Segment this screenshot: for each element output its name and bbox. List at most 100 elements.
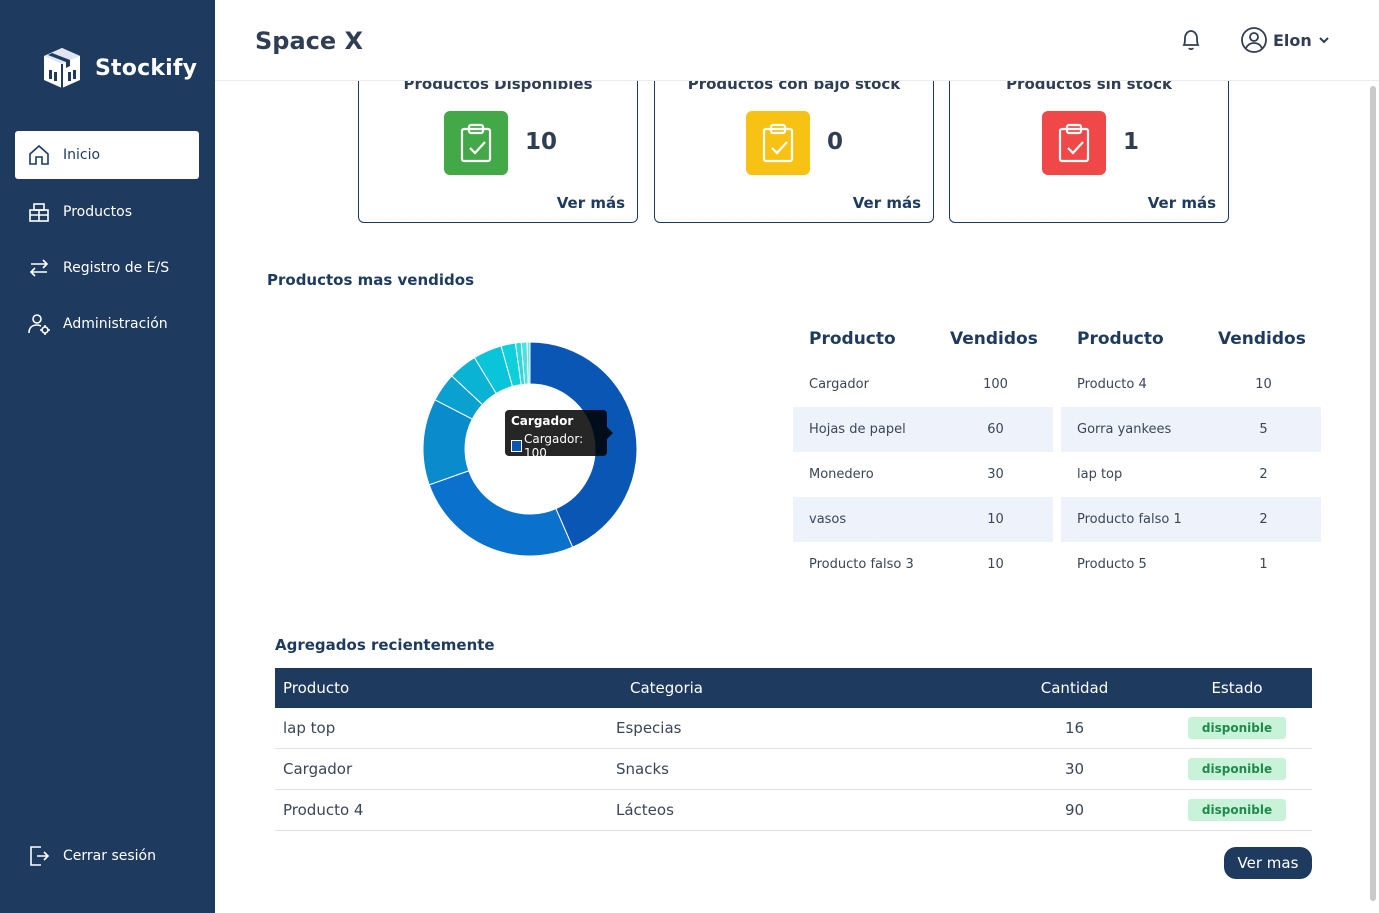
stat-card-bajo-stock: Productos con bajo stock 0 Ver más	[654, 60, 934, 223]
user-gear-icon	[27, 312, 51, 336]
cell-sold: 1	[1259, 557, 1268, 572]
cell-qty: 30	[1064, 760, 1085, 778]
bell-icon[interactable]	[1180, 28, 1202, 52]
table-row: Producto 4 Lácteos 90 disponible	[275, 790, 1312, 831]
cell-product: Producto falso 3	[809, 557, 914, 572]
ver-mas-button[interactable]: Ver mas	[1224, 847, 1312, 879]
sidebar-item-label: Productos	[63, 204, 133, 220]
brand-name: Stockify	[95, 55, 198, 81]
table-header: Producto Categoria Cantidad Estado	[275, 668, 1312, 708]
donut-slice[interactable]	[428, 470, 574, 557]
clipboard-check-icon	[1042, 111, 1106, 175]
sidebar-item-label: Inicio	[63, 147, 101, 163]
brand[interactable]: Stockify	[38, 44, 197, 92]
card-value: 1	[1123, 129, 1140, 155]
cell-sold: 60	[987, 422, 1004, 437]
table-row: lap top 2	[1061, 452, 1321, 497]
ver-mas-link[interactable]: Ver más	[557, 194, 625, 212]
tooltip-swatch	[511, 440, 522, 452]
tooltip-label: Cargador: 100	[523, 432, 584, 460]
header: Space X Elon	[215, 0, 1379, 81]
cell-qty: 16	[1064, 719, 1085, 737]
col-header-producto: Producto	[1077, 329, 1164, 349]
scrollbar[interactable]	[1370, 86, 1376, 901]
col-header-vendidos: Vendidos	[950, 329, 1038, 349]
chart-tooltip: Cargador Cargador: 100	[505, 410, 613, 460]
cell-product: Producto 4	[283, 801, 364, 819]
sidebar-item-registro[interactable]: Registro de E/S	[15, 244, 199, 292]
col-header-producto: Producto	[283, 679, 350, 697]
cell-product: lap top	[1077, 467, 1123, 482]
box-logo-icon	[44, 48, 80, 88]
cell-product: Producto falso 1	[1077, 512, 1182, 527]
cell-product: Hojas de papel	[809, 422, 906, 437]
sidebar: Stockify Inicio Productos Registro de E/…	[0, 0, 215, 913]
cell-product: Producto 5	[1077, 557, 1147, 572]
card-value: 0	[827, 129, 844, 155]
sidebar-item-label: Administración	[63, 316, 168, 332]
cell-product: vasos	[809, 512, 847, 527]
col-header-vendidos: Vendidos	[1218, 329, 1306, 349]
cell-product: Cargador	[809, 377, 869, 392]
cell-sold: 2	[1259, 512, 1268, 527]
table-row: Monedero 30	[793, 452, 1053, 497]
cell-product: Cargador	[283, 760, 353, 778]
table-row: lap top Especias 16 disponible	[275, 708, 1312, 749]
cell-category: Especias	[616, 719, 682, 737]
ver-mas-link[interactable]: Ver más	[1148, 194, 1216, 212]
transfer-icon	[27, 256, 51, 280]
logout-label: Cerrar sesión	[63, 848, 156, 864]
col-header-producto: Producto	[809, 329, 896, 349]
table-row: Hojas de papel 60	[793, 407, 1053, 452]
cell-category: Lácteos	[616, 801, 674, 819]
col-header-cantidad: Cantidad	[1040, 679, 1109, 697]
cell-sold: 100	[983, 377, 1008, 392]
table-header: Producto Vendidos	[1061, 316, 1321, 362]
clipboard-check-icon	[746, 111, 810, 175]
table-row: Producto 5 1	[1061, 542, 1321, 587]
ver-mas-link[interactable]: Ver más	[853, 194, 921, 212]
cell-sold: 30	[987, 467, 1004, 482]
stat-card-sin-stock: Productos sin stock 1 Ver más	[949, 60, 1229, 223]
stat-card-disponibles: Productos Disponibles 10 Ver más	[358, 60, 638, 223]
status-badge: disponible	[1187, 799, 1287, 821]
col-header-categoria: Categoria	[630, 679, 704, 697]
top-sold-table-left: Producto Vendidos Cargador 100 Hojas de p…	[793, 316, 1053, 587]
section-title-top-sold: Productos mas vendidos	[267, 271, 475, 289]
sidebar-item-inicio[interactable]: Inicio	[15, 131, 199, 179]
user-name: Elon	[1273, 30, 1312, 50]
cell-sold: 10	[987, 557, 1004, 572]
tooltip-title: Cargador	[511, 414, 574, 428]
cell-product: Producto 4	[1077, 377, 1147, 392]
cell-sold: 2	[1259, 467, 1268, 482]
chevron-down-icon	[1319, 37, 1329, 44]
status-badge: disponible	[1187, 758, 1287, 780]
sidebar-item-administracion[interactable]: Administración	[15, 300, 199, 348]
recent-table: Producto Categoria Cantidad Estado lap t…	[275, 668, 1312, 831]
table-row: Producto falso 3 10	[793, 542, 1053, 587]
col-header-estado: Estado	[1211, 679, 1263, 697]
cell-category: Snacks	[616, 760, 669, 778]
sidebar-item-productos[interactable]: Productos	[15, 188, 199, 236]
table-row: Cargador Snacks 30 disponible	[275, 749, 1312, 790]
table-row: vasos 10	[793, 497, 1053, 542]
box-icon	[27, 200, 51, 224]
cell-sold: 10	[1255, 377, 1272, 392]
table-row: Gorra yankees 5	[1061, 407, 1321, 452]
cell-product: lap top	[283, 719, 336, 737]
logout-button[interactable]: Cerrar sesión	[15, 832, 199, 880]
home-icon	[27, 143, 51, 167]
cell-product: Gorra yankees	[1077, 422, 1172, 437]
card-value: 10	[525, 129, 558, 155]
user-menu[interactable]: Elon	[1240, 26, 1336, 54]
section-title-recent: Agregados recientemente	[275, 636, 495, 654]
cell-sold: 5	[1259, 422, 1268, 437]
top-sold-table-right: Producto Vendidos Producto 4 10 Gorra yan…	[1061, 316, 1321, 587]
cell-product: Monedero	[809, 467, 874, 482]
cell-qty: 90	[1064, 801, 1085, 819]
table-header: Producto Vendidos	[793, 316, 1053, 362]
table-row: Producto falso 1 2	[1061, 497, 1321, 542]
sidebar-item-label: Registro de E/S	[63, 260, 170, 276]
tooltip-caret	[607, 427, 613, 439]
user-circle-icon	[1241, 27, 1267, 53]
